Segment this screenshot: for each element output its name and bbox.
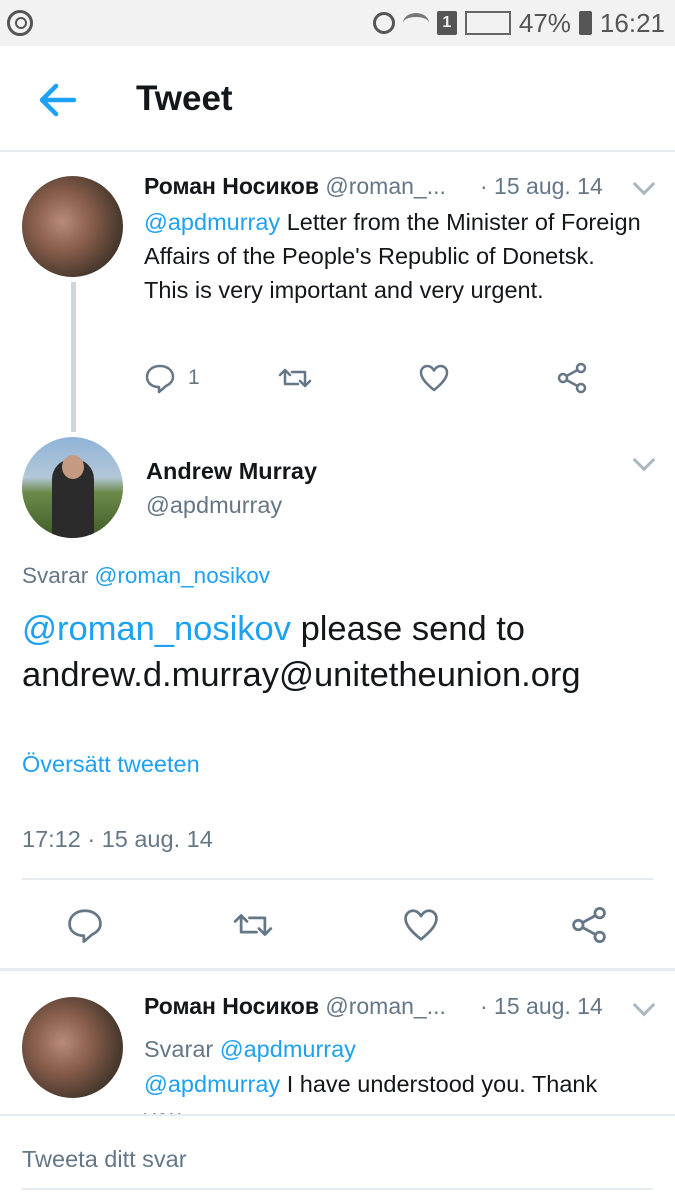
author-name[interactable]: Роман Носиков (144, 173, 319, 199)
tweet-actions (0, 903, 675, 947)
thread-connector (71, 282, 76, 432)
share-icon (557, 362, 587, 394)
tweet-header: Роман Носиков @roman_... (144, 173, 446, 200)
tweet-text: @apdmurray I have understood you. Thank … (144, 1067, 644, 1114)
author-name[interactable]: Andrew Murray (146, 458, 317, 485)
reply-input[interactable]: Tweeta ditt svar (22, 1146, 187, 1173)
heart-icon (419, 364, 449, 392)
chevron-down-icon[interactable] (632, 172, 656, 196)
retweet-icon (233, 914, 273, 936)
reply-icon (145, 364, 175, 394)
status-icons: 1 47% 16:21 (372, 7, 665, 39)
tweet-body-line2: andrew.d.murray@unitetheunion.org (22, 656, 581, 694)
divider (22, 878, 653, 880)
signal-icon (464, 11, 511, 35)
like-button[interactable] (418, 360, 450, 396)
tweet-text: @apdmurray Letter from the Minister of F… (144, 205, 644, 307)
like-button[interactable] (402, 903, 440, 947)
battery-icon (578, 11, 592, 35)
reply-composer: Tweeta ditt svar (0, 1114, 675, 1200)
mention-link[interactable]: @apdmurray (144, 1071, 280, 1097)
translate-link[interactable]: Översätt tweeten (22, 751, 200, 778)
alarm-icon (372, 12, 395, 34)
reply-icon (68, 909, 102, 943)
replying-to: Svarar @roman_nosikov (22, 563, 270, 589)
share-button[interactable] (556, 360, 588, 396)
replying-to-link[interactable]: @apdmurray (220, 1036, 356, 1062)
reply-count: 1 (188, 366, 200, 389)
replying-label: Svarar (144, 1036, 214, 1062)
battery-percent: 47% (518, 7, 571, 38)
divider (0, 968, 675, 971)
chevron-down-icon[interactable] (632, 993, 656, 1017)
avatar[interactable] (22, 176, 123, 277)
search-icon (7, 10, 33, 36)
arrow-left-icon (39, 83, 77, 117)
chevron-down-icon[interactable] (632, 448, 656, 472)
tweet-text: @roman_nosikov please send to andrew.d.m… (22, 606, 662, 698)
app-header: Tweet (0, 46, 675, 152)
input-underline (22, 1188, 653, 1190)
mention-link[interactable]: @roman_nosikov (22, 610, 291, 648)
reply-tweet[interactable]: Роман Носиков @roman_... · 15 aug. 14 Sv… (0, 975, 675, 1114)
author-handle: @roman_... (325, 173, 446, 199)
share-button[interactable] (570, 903, 608, 947)
wifi-icon (402, 13, 429, 33)
author-handle: @apdmurray (146, 492, 283, 518)
tweet-body-line1: please send to (290, 610, 525, 648)
heart-icon (404, 909, 438, 941)
avatar[interactable] (22, 997, 123, 1098)
tweet-header: Роман Носиков @roman_... (144, 993, 446, 1020)
mention-link[interactable]: @apdmurray (144, 209, 280, 235)
replying-to: Svarar @apdmurray (144, 1036, 356, 1063)
author-handle: @roman_... (325, 993, 446, 1019)
tweet-actions: 1 (144, 360, 604, 396)
reply-button[interactable] (66, 903, 104, 947)
page-title: Tweet (136, 79, 233, 118)
avatar[interactable] (22, 437, 123, 538)
sim-badge: 1 (436, 11, 457, 35)
back-button[interactable] (30, 80, 80, 120)
retweet-button[interactable] (232, 903, 274, 947)
replying-label: Svarar (22, 563, 89, 588)
tweet-timestamp: 17:12 · 15 aug. 14 (22, 826, 213, 852)
author-name[interactable]: Роман Носиков (144, 993, 319, 1019)
retweet-icon (278, 368, 312, 388)
tweet-date: · 15 aug. 14 (480, 993, 603, 1019)
reply-button[interactable]: 1 (144, 360, 200, 396)
status-bar: 1 47% 16:21 (0, 0, 675, 46)
retweet-button[interactable] (278, 360, 312, 396)
clock: 16:21 (599, 7, 665, 38)
tweet-date: · 15 aug. 14 (480, 173, 603, 199)
share-icon (572, 907, 606, 943)
replying-to-link[interactable]: @roman_nosikov (95, 563, 270, 588)
